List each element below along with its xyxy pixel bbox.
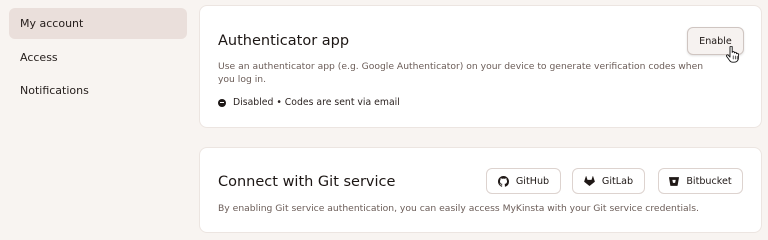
git-service-card: Connect with Git service By enabling Git…: [199, 147, 762, 233]
sidebar: My account Access Notifications: [0, 0, 194, 238]
authenticator-title: Authenticator app: [218, 33, 350, 49]
disabled-status-icon: [218, 98, 226, 107]
gitlab-button[interactable]: GitLab: [572, 168, 645, 194]
github-icon: [497, 175, 509, 187]
sidebar-item-my-account[interactable]: My account: [9, 8, 187, 39]
github-button-label: GitHub: [515, 175, 550, 187]
enable-button-label: Enable: [699, 35, 732, 47]
hand-cursor-icon: [726, 46, 739, 63]
sidebar-item-access[interactable]: Access: [9, 42, 187, 73]
bitbucket-icon: [669, 176, 680, 186]
authenticator-status: Disabled • Codes are sent via email: [218, 97, 400, 108]
gitlab-button-label: GitLab: [601, 175, 634, 187]
authenticator-card: Authenticator app Use an authenticator a…: [199, 5, 762, 128]
git-service-description: By enabling Git service authentication, …: [218, 203, 699, 214]
bitbucket-button[interactable]: Bitbucket: [658, 168, 743, 194]
bitbucket-button-label: Bitbucket: [686, 175, 732, 187]
sidebar-item-notifications[interactable]: Notifications: [9, 75, 187, 106]
github-button[interactable]: GitHub: [486, 168, 561, 194]
gitlab-icon: [584, 176, 595, 186]
git-service-title: Connect with Git service: [218, 174, 396, 190]
authenticator-status-text: Disabled • Codes are sent via email: [233, 97, 400, 108]
authenticator-description: Use an authenticator app (e.g. Google Au…: [218, 61, 704, 85]
